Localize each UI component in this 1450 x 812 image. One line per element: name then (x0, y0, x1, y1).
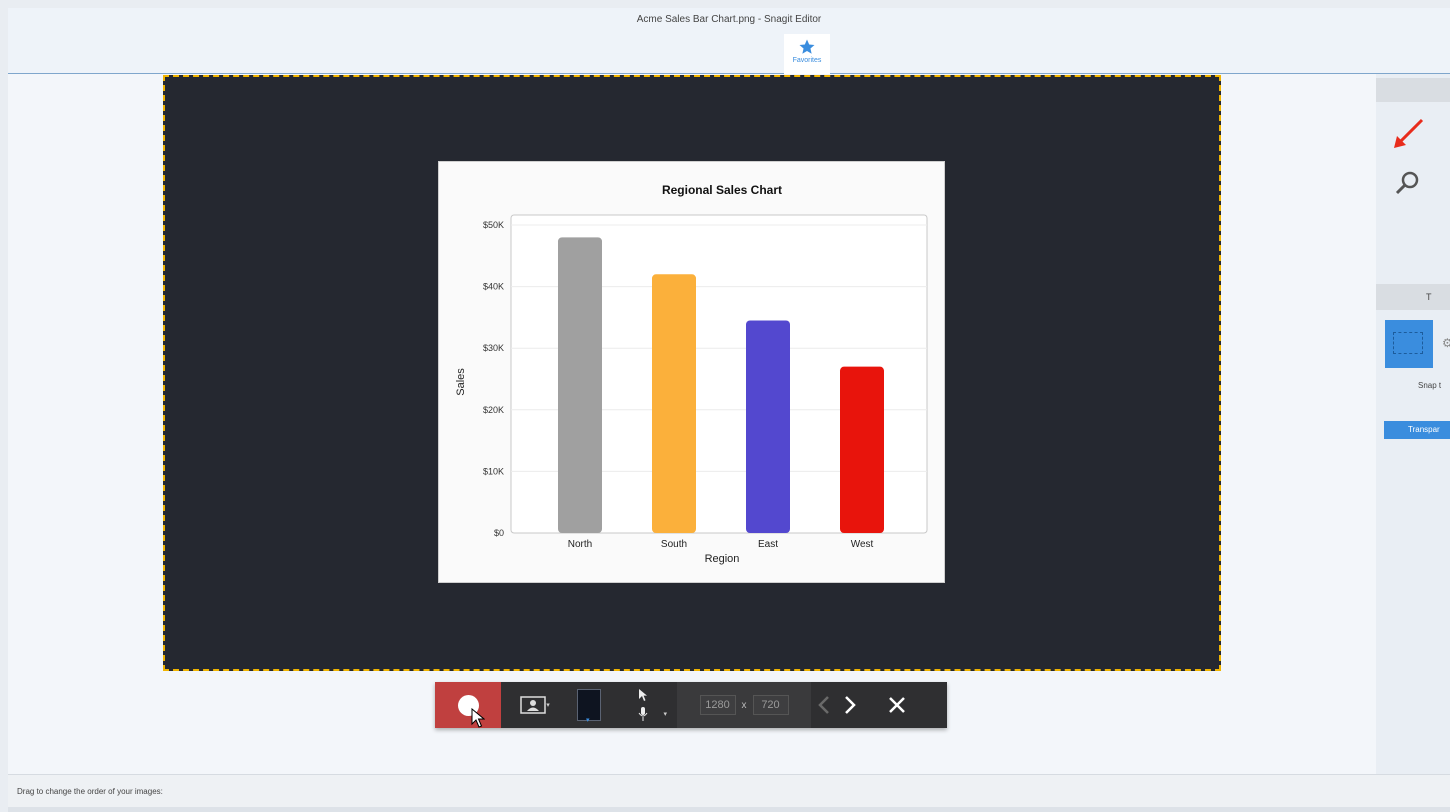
cursor-audio-button[interactable]: ▾ (609, 682, 677, 728)
x-tick-label: East (758, 539, 778, 550)
next-button[interactable] (837, 682, 863, 728)
record-button[interactable] (435, 682, 501, 728)
chevron-down-icon: ▾ (546, 702, 550, 709)
panel-header (1376, 78, 1450, 102)
recording-toolbar: ▾ ▾ ▾ 1280 x 720 (435, 682, 947, 728)
settings-icon[interactable]: ⚙ (1442, 336, 1450, 350)
bar-north (558, 237, 602, 533)
x-tick-label: West (851, 539, 874, 550)
tools-panel: T ⚙ Snap t Transpar (1376, 74, 1450, 774)
selection-tool-tile[interactable] (1385, 320, 1433, 368)
microphone-icon (638, 707, 648, 721)
arrow-tool-icon[interactable] (1390, 116, 1426, 152)
window-title: Acme Sales Bar Chart.png - Snagit Editor (636, 14, 822, 25)
close-icon (889, 697, 905, 713)
bar-chart: $0 $10K $20K $30K $40K $50K North South East Wes… (455, 183, 928, 565)
y-axis-label: Sales (455, 368, 467, 396)
favorites-label: Favorites (792, 57, 822, 64)
dimensions-group: 1280 x 720 (677, 682, 811, 728)
magnify-tool-icon[interactable] (1394, 169, 1422, 197)
dimension-separator: x (741, 699, 747, 711)
y-tick-label: $10K (483, 466, 504, 476)
width-input[interactable]: 1280 (699, 695, 736, 715)
chevron-down-icon: ▾ (586, 717, 590, 724)
y-tick-label: $30K (483, 343, 504, 353)
webcam-button[interactable]: ▾ (501, 682, 569, 728)
x-axis-label: Region (705, 553, 740, 565)
bar-west (840, 366, 884, 533)
bar-east (746, 320, 790, 533)
background-color-button[interactable]: ▾ (569, 682, 609, 728)
previous-button[interactable] (811, 682, 837, 728)
webcam-icon (520, 696, 546, 714)
chevron-down-icon: ▾ (663, 711, 667, 718)
height-input[interactable]: 720 (752, 695, 789, 715)
mouse-pointer-icon (471, 708, 485, 728)
title-bar: Acme Sales Bar Chart.png - Snagit Editor… (8, 8, 1450, 80)
star-icon (799, 39, 815, 54)
y-tick-label: $20K (483, 405, 504, 415)
y-tick-label: $40K (483, 282, 504, 292)
chevron-left-icon (818, 696, 829, 714)
cursor-icon (639, 689, 647, 701)
tray-thumbnails[interactable] (8, 807, 1450, 812)
x-tick-label: South (661, 539, 687, 550)
chevron-right-icon (845, 696, 856, 714)
bar-south (652, 274, 696, 533)
snap-label: Snap t (1418, 381, 1442, 390)
tray-hint: Drag to change the order of your images: (17, 787, 163, 796)
image-tray: Drag to change the order of your images: (8, 774, 1450, 812)
chart-image: $0 $10K $20K $30K $40K $50K North South East Wes… (438, 161, 945, 583)
selection-icon (1393, 332, 1423, 354)
panel-section-header: T (1376, 284, 1450, 310)
x-tick-label: North (568, 539, 592, 550)
transparent-button[interactable]: Transpar (1384, 421, 1450, 439)
chart-title: Regional Sales Chart (662, 183, 782, 197)
y-tick-label: $0 (494, 528, 504, 538)
close-button[interactable] (863, 682, 931, 728)
y-tick-label: $50K (483, 220, 504, 230)
